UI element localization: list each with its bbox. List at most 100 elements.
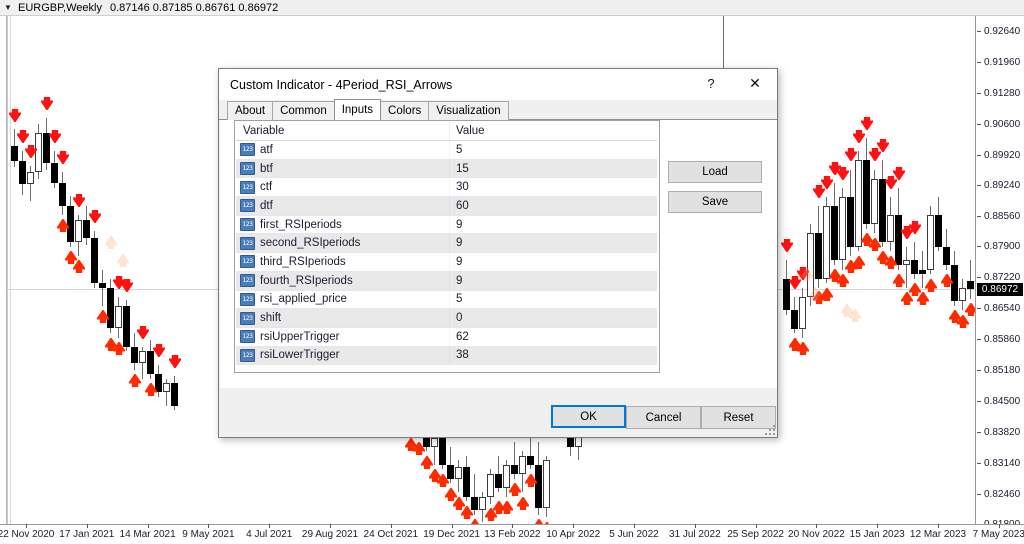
value-cell[interactable]: 0 [449, 309, 657, 327]
tab-colors[interactable]: Colors [380, 101, 430, 120]
value-cell[interactable]: 9 [449, 271, 657, 290]
variable-cell: 123 first_RSIperiods [236, 216, 449, 234]
buy-arrow-icon [917, 292, 929, 306]
candle-body [59, 183, 66, 206]
tab-about[interactable]: About [227, 101, 274, 120]
candle-body [959, 287, 966, 302]
price-scale[interactable]: 0.92640 0.91960 0.91280 0.90600 0.89920 0.892… [975, 16, 1024, 530]
candle-body [527, 455, 534, 465]
candle-body [871, 178, 878, 225]
time-tick-mark [573, 524, 575, 528]
candle-body [99, 283, 106, 288]
value-cell[interactable]: 9 [449, 253, 657, 271]
tab-label: Inputs [341, 104, 374, 116]
candle-body [75, 219, 82, 243]
faded-signal-arrow-icon [849, 308, 861, 322]
table-row[interactable]: 123 rsiUpperTrigger 62 [236, 327, 657, 347]
dialog-title: Custom Indicator - 4Period_RSI_Arrows [230, 77, 453, 92]
faded-signal-arrow-icon [801, 267, 813, 281]
candle-body [463, 467, 470, 497]
candle-body [495, 474, 502, 488]
value-cell[interactable]: 30 [449, 178, 657, 197]
table-row[interactable]: 123 shift 0 [236, 309, 657, 328]
save-button[interactable]: Save [668, 191, 762, 213]
candle-body [19, 161, 26, 185]
value-cell[interactable]: 60 [449, 197, 657, 215]
candle-body [911, 260, 918, 275]
integer-type-icon: 123 [240, 311, 255, 325]
sell-arrow-icon [57, 150, 69, 164]
dialog-tabstrip[interactable]: About Common Inputs Colors Visualization [219, 99, 777, 120]
candle-wick [102, 269, 103, 306]
candle-wick [970, 260, 971, 299]
value-cell[interactable]: 5 [449, 290, 657, 309]
buy-arrow-icon [893, 273, 905, 287]
time-tick-label: 15 Jan 2023 [849, 529, 905, 540]
table-row[interactable]: 123 rsiLowerTrigger 38 [236, 346, 657, 366]
table-row[interactable]: 123 second_RSIperiods 9 [236, 234, 657, 254]
time-tick-label: 20 Nov 2022 [788, 529, 845, 540]
value-cell[interactable]: 5 [449, 141, 657, 159]
ok-button[interactable]: OK [551, 405, 626, 428]
inputs-grid[interactable]: Variable Value 123 atf 5 123 btf 15 123 ctf 30 12… [234, 120, 660, 373]
table-row[interactable]: 123 dtf 60 [236, 197, 657, 216]
candle-body [519, 455, 526, 474]
buy-arrow-icon [837, 273, 849, 287]
sell-arrow-icon [781, 239, 793, 253]
time-tick-mark [208, 524, 210, 528]
table-row[interactable]: 123 rsi_applied_price 5 [236, 290, 657, 310]
time-tick-label: 5 Jun 2022 [609, 529, 659, 540]
variable-cell: 123 atf [236, 141, 449, 159]
close-icon[interactable]: ✕ [733, 69, 777, 98]
sell-arrow-icon [137, 325, 149, 339]
variable-name: rsi_applied_price [260, 293, 347, 306]
caret-down-icon[interactable]: ▼ [0, 0, 16, 16]
tab-visualization[interactable]: Visualization [428, 101, 509, 120]
value-cell[interactable]: 9 [449, 234, 657, 253]
time-scale[interactable]: 22 Nov 2020 17 Jan 2021 14 Mar 2021 9 May 2… [0, 524, 1024, 544]
time-tick-mark [512, 524, 514, 528]
integer-type-icon: 123 [240, 330, 255, 344]
dialog-titlebar[interactable]: Custom Indicator - 4Period_RSI_Arrows ? … [219, 69, 777, 100]
price-tick-label: 0.87220 [976, 272, 1024, 284]
plot-left-edge-b [10, 16, 11, 524]
load-button[interactable]: Load [668, 161, 762, 183]
sell-arrow-icon [153, 343, 165, 357]
value-cell[interactable]: 62 [449, 327, 657, 346]
table-row[interactable]: 123 atf 5 [236, 141, 657, 160]
price-tick-label: 0.86540 [976, 303, 1024, 315]
tab-inputs[interactable]: Inputs [333, 99, 382, 120]
time-tick-mark [147, 524, 149, 528]
dialog-resize-grip[interactable] [763, 423, 775, 435]
table-row[interactable]: 123 btf 15 [236, 159, 657, 179]
integer-type-icon: 123 [240, 162, 255, 176]
integer-type-icon: 123 [240, 292, 255, 306]
value-cell[interactable]: 38 [449, 346, 657, 365]
buy-arrow-icon [853, 255, 865, 269]
candle-body [51, 162, 58, 184]
value-cell[interactable]: 9 [449, 215, 657, 234]
time-tick-mark [938, 524, 939, 528]
inputs-tab-page: Variable Value 123 atf 5 123 btf 15 123 ctf 30 12… [220, 120, 777, 388]
buy-arrow-icon [957, 314, 969, 328]
sell-arrow-icon [9, 108, 21, 122]
table-row[interactable]: 123 first_RSIperiods 9 [236, 215, 657, 235]
candle-body [823, 205, 830, 279]
time-tick-mark [86, 524, 88, 528]
table-row[interactable]: 123 third_RSIperiods 9 [236, 253, 657, 272]
buy-arrow-icon [501, 501, 513, 515]
help-icon[interactable]: ? [689, 69, 733, 98]
buy-arrow-icon [965, 303, 975, 317]
cancel-button[interactable]: Cancel [626, 406, 701, 429]
variable-cell: 123 ctf [236, 178, 449, 196]
table-row[interactable]: 123 fourth_RSIperiods 9 [236, 271, 657, 291]
value-cell[interactable]: 15 [449, 159, 657, 178]
integer-type-icon: 123 [240, 236, 255, 250]
integer-type-icon: 123 [240, 255, 255, 269]
sell-arrow-icon [893, 166, 905, 180]
tab-common[interactable]: Common [272, 101, 335, 120]
metatrader-chart-window: ▼ EURGBP,Weekly 0.87146 0.87185 0.86761 … [0, 0, 1024, 544]
table-row[interactable]: 123 ctf 30 [236, 178, 657, 198]
custom-indicator-dialog[interactable]: Custom Indicator - 4Period_RSI_Arrows ? … [218, 68, 778, 438]
inputs-grid-rows: 123 atf 5 123 btf 15 123 ctf 30 123 dtf 60 123 first_… [236, 141, 657, 366]
